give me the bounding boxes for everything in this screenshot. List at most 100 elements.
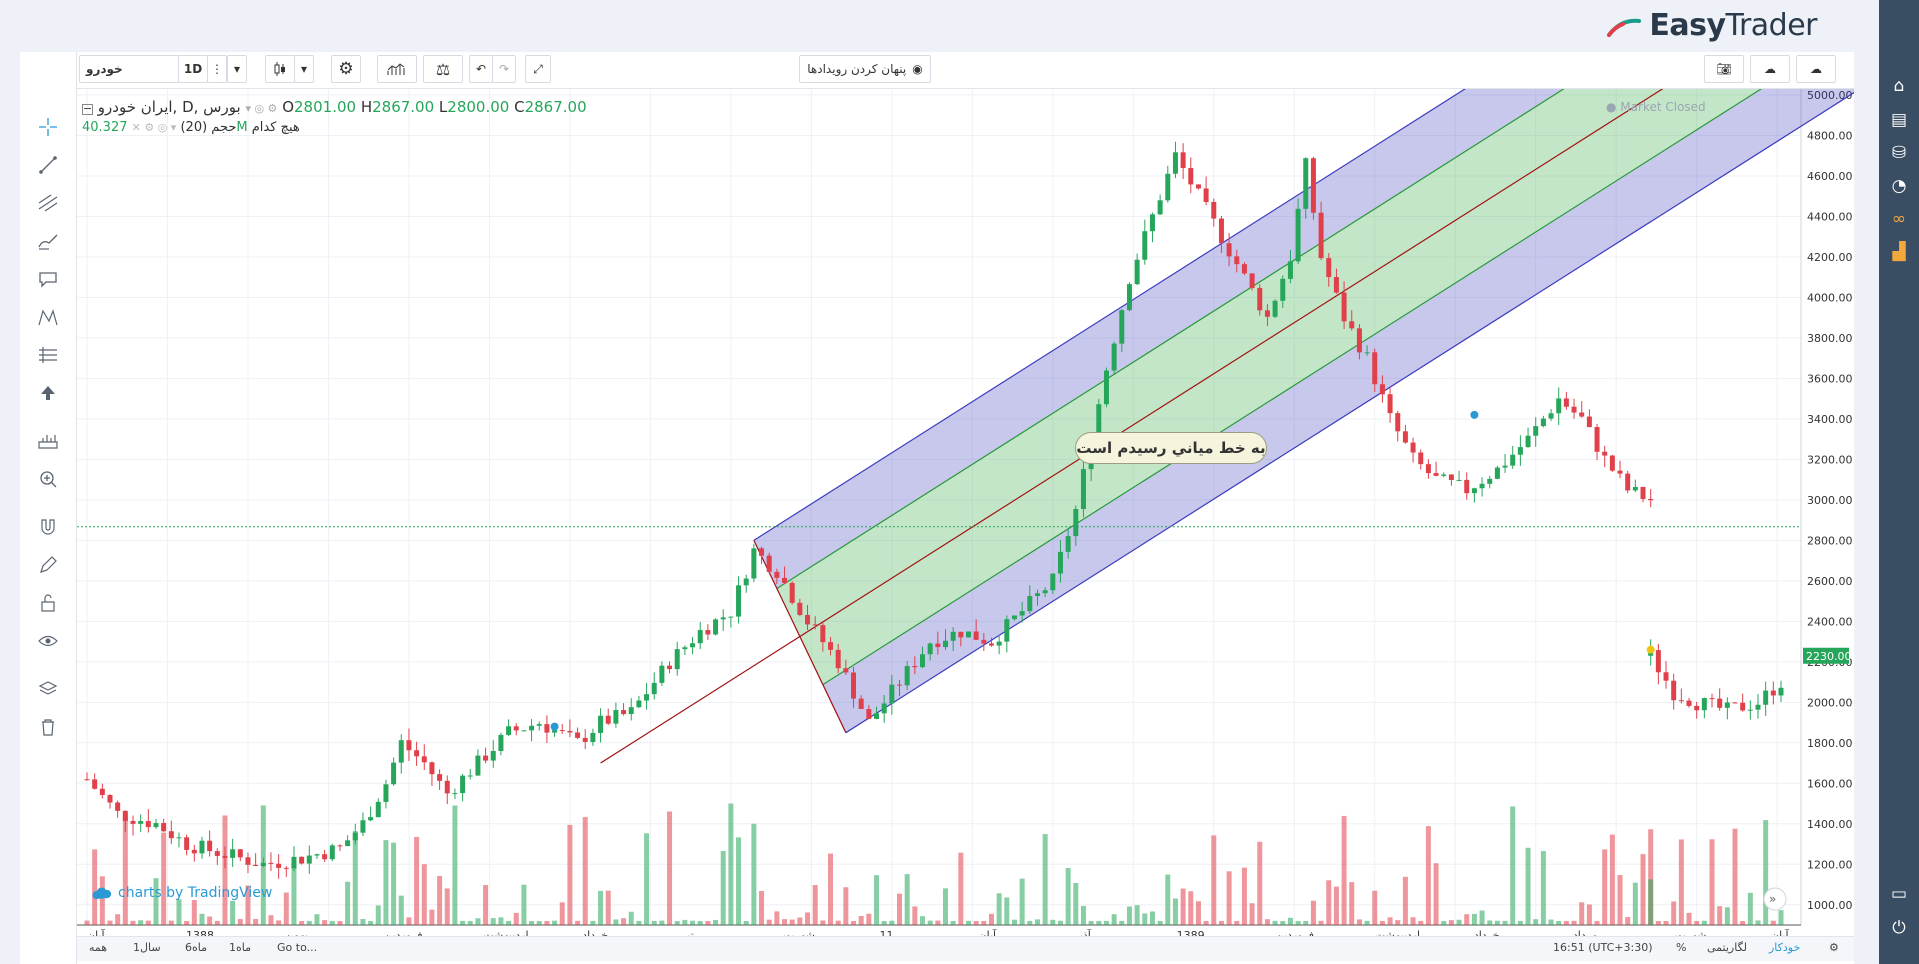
indicators-button[interactable] bbox=[377, 55, 417, 83]
binoculars-icon[interactable]: ∞ bbox=[1889, 209, 1909, 229]
volume-bar bbox=[759, 890, 765, 925]
log-toggle[interactable]: لگاریتمی bbox=[1707, 941, 1747, 954]
candle bbox=[1188, 168, 1194, 185]
volume-bar bbox=[1433, 863, 1439, 925]
candle bbox=[391, 762, 397, 785]
volume-bar bbox=[1318, 920, 1324, 925]
zoom-tool[interactable] bbox=[34, 466, 62, 492]
auto-toggle[interactable]: خودکار bbox=[1769, 941, 1800, 954]
candle bbox=[1709, 698, 1715, 700]
range-1m[interactable]: 1ماه bbox=[229, 941, 251, 954]
callout-tool[interactable] bbox=[34, 266, 62, 292]
visibility-tool[interactable] bbox=[34, 628, 62, 654]
volume-label[interactable]: حجم (20) bbox=[180, 120, 236, 135]
redo-button[interactable]: ↷ bbox=[492, 55, 516, 83]
range-6m[interactable]: 6ماه bbox=[185, 941, 207, 954]
candle bbox=[1379, 384, 1385, 395]
y-tick-label: 1000.00 bbox=[1807, 899, 1853, 912]
candle-style-button[interactable] bbox=[265, 55, 295, 83]
candle bbox=[613, 710, 619, 724]
chat-icon[interactable]: ▭ bbox=[1889, 884, 1909, 904]
volume-bar bbox=[743, 920, 749, 925]
volume-bar bbox=[789, 919, 795, 925]
volume-bar bbox=[145, 920, 151, 925]
volume-bar bbox=[291, 863, 297, 925]
volume-bar bbox=[973, 920, 979, 925]
tradingview-watermark[interactable]: charts by TradingView bbox=[92, 885, 272, 901]
cloud-upload-button[interactable]: ☁ bbox=[1796, 55, 1836, 83]
percent-toggle[interactable]: % bbox=[1676, 941, 1686, 954]
volume-bar bbox=[544, 920, 550, 925]
style-dropdown-icon[interactable]: ▾ bbox=[294, 55, 314, 83]
legend-icons[interactable]: ▾ ◎ ⚙ bbox=[245, 102, 277, 115]
volume-bar bbox=[927, 920, 933, 925]
volume-bar bbox=[1073, 882, 1079, 925]
portfolio-icon[interactable]: ▤ bbox=[1889, 110, 1909, 130]
candle bbox=[1640, 486, 1646, 499]
chart-annotation[interactable]: به خط میاني رسیدم است bbox=[1075, 432, 1267, 464]
volume-bar bbox=[176, 899, 182, 925]
volume-bar bbox=[1310, 900, 1316, 925]
collapse-legend-icon[interactable]: − bbox=[82, 103, 93, 115]
magnet-tool[interactable] bbox=[34, 514, 62, 540]
volume-bar bbox=[1004, 897, 1010, 925]
measure-tool[interactable] bbox=[34, 342, 62, 368]
open-label: O bbox=[282, 98, 295, 116]
volume-bar bbox=[1280, 921, 1286, 925]
range-1y[interactable]: 1سال bbox=[133, 941, 161, 954]
more-menu-icon[interactable]: ⋮ bbox=[207, 55, 227, 83]
symbol-input[interactable]: خودرو bbox=[79, 55, 179, 83]
home-icon[interactable]: ⌂ bbox=[1889, 76, 1909, 96]
arrow-tool[interactable] bbox=[34, 380, 62, 406]
candle bbox=[782, 577, 788, 583]
unlock-tool[interactable] bbox=[34, 590, 62, 616]
volume-bar bbox=[1379, 920, 1385, 925]
volume-bar bbox=[1709, 839, 1715, 925]
pie-chart-icon[interactable]: ◔ bbox=[1889, 176, 1909, 196]
compare-button[interactable]: ⚖ bbox=[423, 55, 463, 83]
settings-button[interactable]: ⚙ bbox=[331, 55, 361, 83]
power-icon[interactable]: ⏻ bbox=[1889, 918, 1909, 938]
goto-button[interactable]: Go to... bbox=[277, 941, 317, 954]
brush-tool[interactable] bbox=[34, 228, 62, 254]
interval-dropdown-icon[interactable]: ▾ bbox=[227, 55, 247, 83]
brand-logo[interactable]: EasyTrader bbox=[1607, 8, 1818, 43]
lock-draw-tool[interactable] bbox=[34, 552, 62, 578]
undo-button[interactable]: ↶ bbox=[469, 55, 493, 83]
volume-legend-icons[interactable]: ▾ ◎ ⚙ ✕ bbox=[132, 121, 177, 134]
volume-bar bbox=[1226, 871, 1232, 925]
fullscreen-button[interactable]: ⤢ bbox=[525, 55, 551, 83]
volume-bar bbox=[843, 887, 849, 925]
ruler-tool[interactable] bbox=[34, 428, 62, 454]
volume-bar bbox=[1134, 905, 1140, 925]
layers-tool[interactable] bbox=[34, 676, 62, 702]
candle bbox=[621, 710, 627, 715]
series-title[interactable]: ایران خودرو, D, بورس bbox=[98, 98, 241, 116]
hide-events-button[interactable]: پنهان کردن رویدادها ◉ bbox=[799, 55, 931, 83]
candle bbox=[1671, 680, 1677, 701]
range-all[interactable]: همه bbox=[89, 941, 107, 954]
candle bbox=[988, 643, 994, 646]
pattern-tool[interactable] bbox=[34, 304, 62, 330]
volume-bar bbox=[536, 920, 542, 925]
event-marker bbox=[1470, 410, 1479, 419]
candle bbox=[1663, 672, 1669, 681]
cloud-download-button[interactable]: ☁ bbox=[1750, 55, 1790, 83]
crosshair-tool[interactable] bbox=[34, 114, 62, 140]
volume-bar bbox=[460, 920, 466, 925]
trendline-tool[interactable] bbox=[34, 152, 62, 178]
delete-tool[interactable] bbox=[34, 714, 62, 740]
money-icon[interactable]: ⛁ bbox=[1889, 143, 1909, 163]
snapshot-button[interactable]: 📷︎ bbox=[1704, 55, 1744, 83]
interval-button[interactable]: 1D bbox=[178, 55, 208, 83]
y-tick-label: 3400.00 bbox=[1807, 413, 1853, 426]
volume-bar bbox=[1525, 847, 1531, 925]
gear-icon[interactable]: ⚙ bbox=[1829, 941, 1839, 954]
volume-bar bbox=[1111, 914, 1117, 925]
bar-chart-icon[interactable]: ▟ bbox=[1889, 242, 1909, 262]
chart-area[interactable]: 5000.00 4800.00 4600.00 4400.00 4200.00 4000.… bbox=[77, 0, 1919, 942]
candle bbox=[705, 630, 711, 635]
fib-tool[interactable] bbox=[34, 190, 62, 216]
candle bbox=[866, 709, 872, 719]
price-chart[interactable]: 5000.004800.004600.004400.004200.004000.… bbox=[77, 0, 1919, 942]
